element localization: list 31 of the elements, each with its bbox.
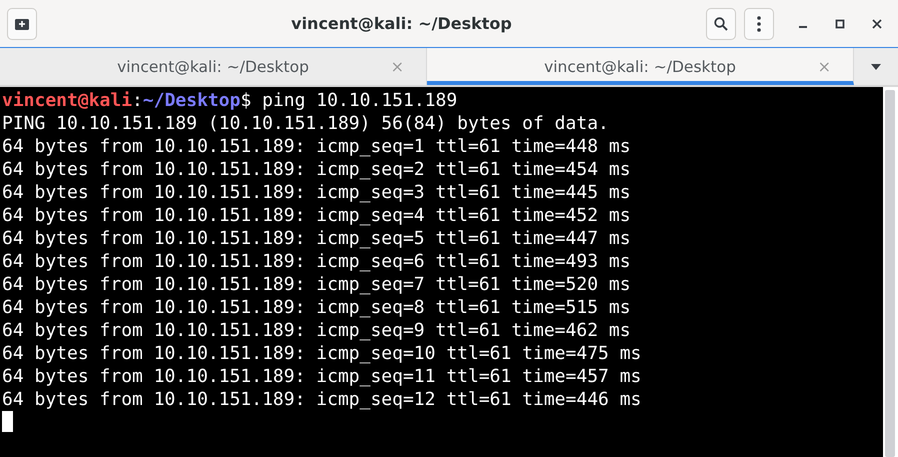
search-icon bbox=[714, 16, 728, 30]
new-tab-icon bbox=[15, 18, 29, 30]
output-line: 64 bytes from 10.10.151.189: icmp_seq=7 ttl=61 time=520 ms bbox=[2, 274, 631, 295]
output-line: 64 bytes from 10.10.151.189: icmp_seq=9 ttl=61 time=462 ms bbox=[2, 320, 631, 341]
tab[interactable]: vincent@kali: ~/Desktop × bbox=[427, 48, 854, 85]
output-line: 64 bytes from 10.10.151.189: icmp_seq=8 ttl=61 time=515 ms bbox=[2, 297, 631, 318]
output-line: 64 bytes from 10.10.151.189: icmp_seq=11 ttl=61 time=457 ms bbox=[2, 366, 642, 387]
output-line: 64 bytes from 10.10.151.189: icmp_seq=3 ttl=61 time=445 ms bbox=[2, 182, 631, 203]
command-text: ping 10.10.151.189 bbox=[261, 90, 458, 111]
output-line: 64 bytes from 10.10.151.189: icmp_seq=1 ttl=61 time=448 ms bbox=[2, 136, 631, 157]
prompt-path: ~/Desktop bbox=[142, 90, 240, 111]
output-line: PING 10.10.151.189 (10.10.151.189) 56(84) bytes of data. bbox=[2, 113, 609, 134]
prompt-user-host: vincent@kali bbox=[2, 90, 132, 111]
maximize-icon[interactable] bbox=[835, 18, 845, 28]
output-line: 64 bytes from 10.10.151.189: icmp_seq=10 ttl=61 time=475 ms bbox=[2, 343, 642, 364]
new-tab-button[interactable] bbox=[7, 8, 37, 40]
menu-button[interactable] bbox=[744, 8, 774, 40]
close-icon[interactable] bbox=[872, 18, 882, 28]
caret-icon bbox=[871, 64, 881, 70]
prompt-separator: : bbox=[132, 90, 143, 111]
window-title: vincent@kali: ~/Desktop bbox=[290, 14, 513, 33]
output-line: 64 bytes from 10.10.151.189: icmp_seq=2 ttl=61 time=454 ms bbox=[2, 159, 631, 180]
output-line: 64 bytes from 10.10.151.189: icmp_seq=12 ttl=61 time=446 ms bbox=[2, 389, 642, 410]
output-line: 64 bytes from 10.10.151.189: icmp_seq=5 ttl=61 time=447 ms bbox=[2, 228, 631, 249]
text-cursor bbox=[2, 411, 13, 432]
prompt-symbol: $ bbox=[240, 90, 252, 111]
scrollbar[interactable] bbox=[885, 90, 895, 457]
menu-icon bbox=[757, 16, 761, 32]
output-line: 64 bytes from 10.10.151.189: icmp_seq=6 ttl=61 time=493 ms bbox=[2, 251, 631, 272]
output-line: 64 bytes from 10.10.151.189: icmp_seq=4 ttl=61 time=452 ms bbox=[2, 205, 631, 226]
search-button[interactable] bbox=[706, 8, 736, 40]
